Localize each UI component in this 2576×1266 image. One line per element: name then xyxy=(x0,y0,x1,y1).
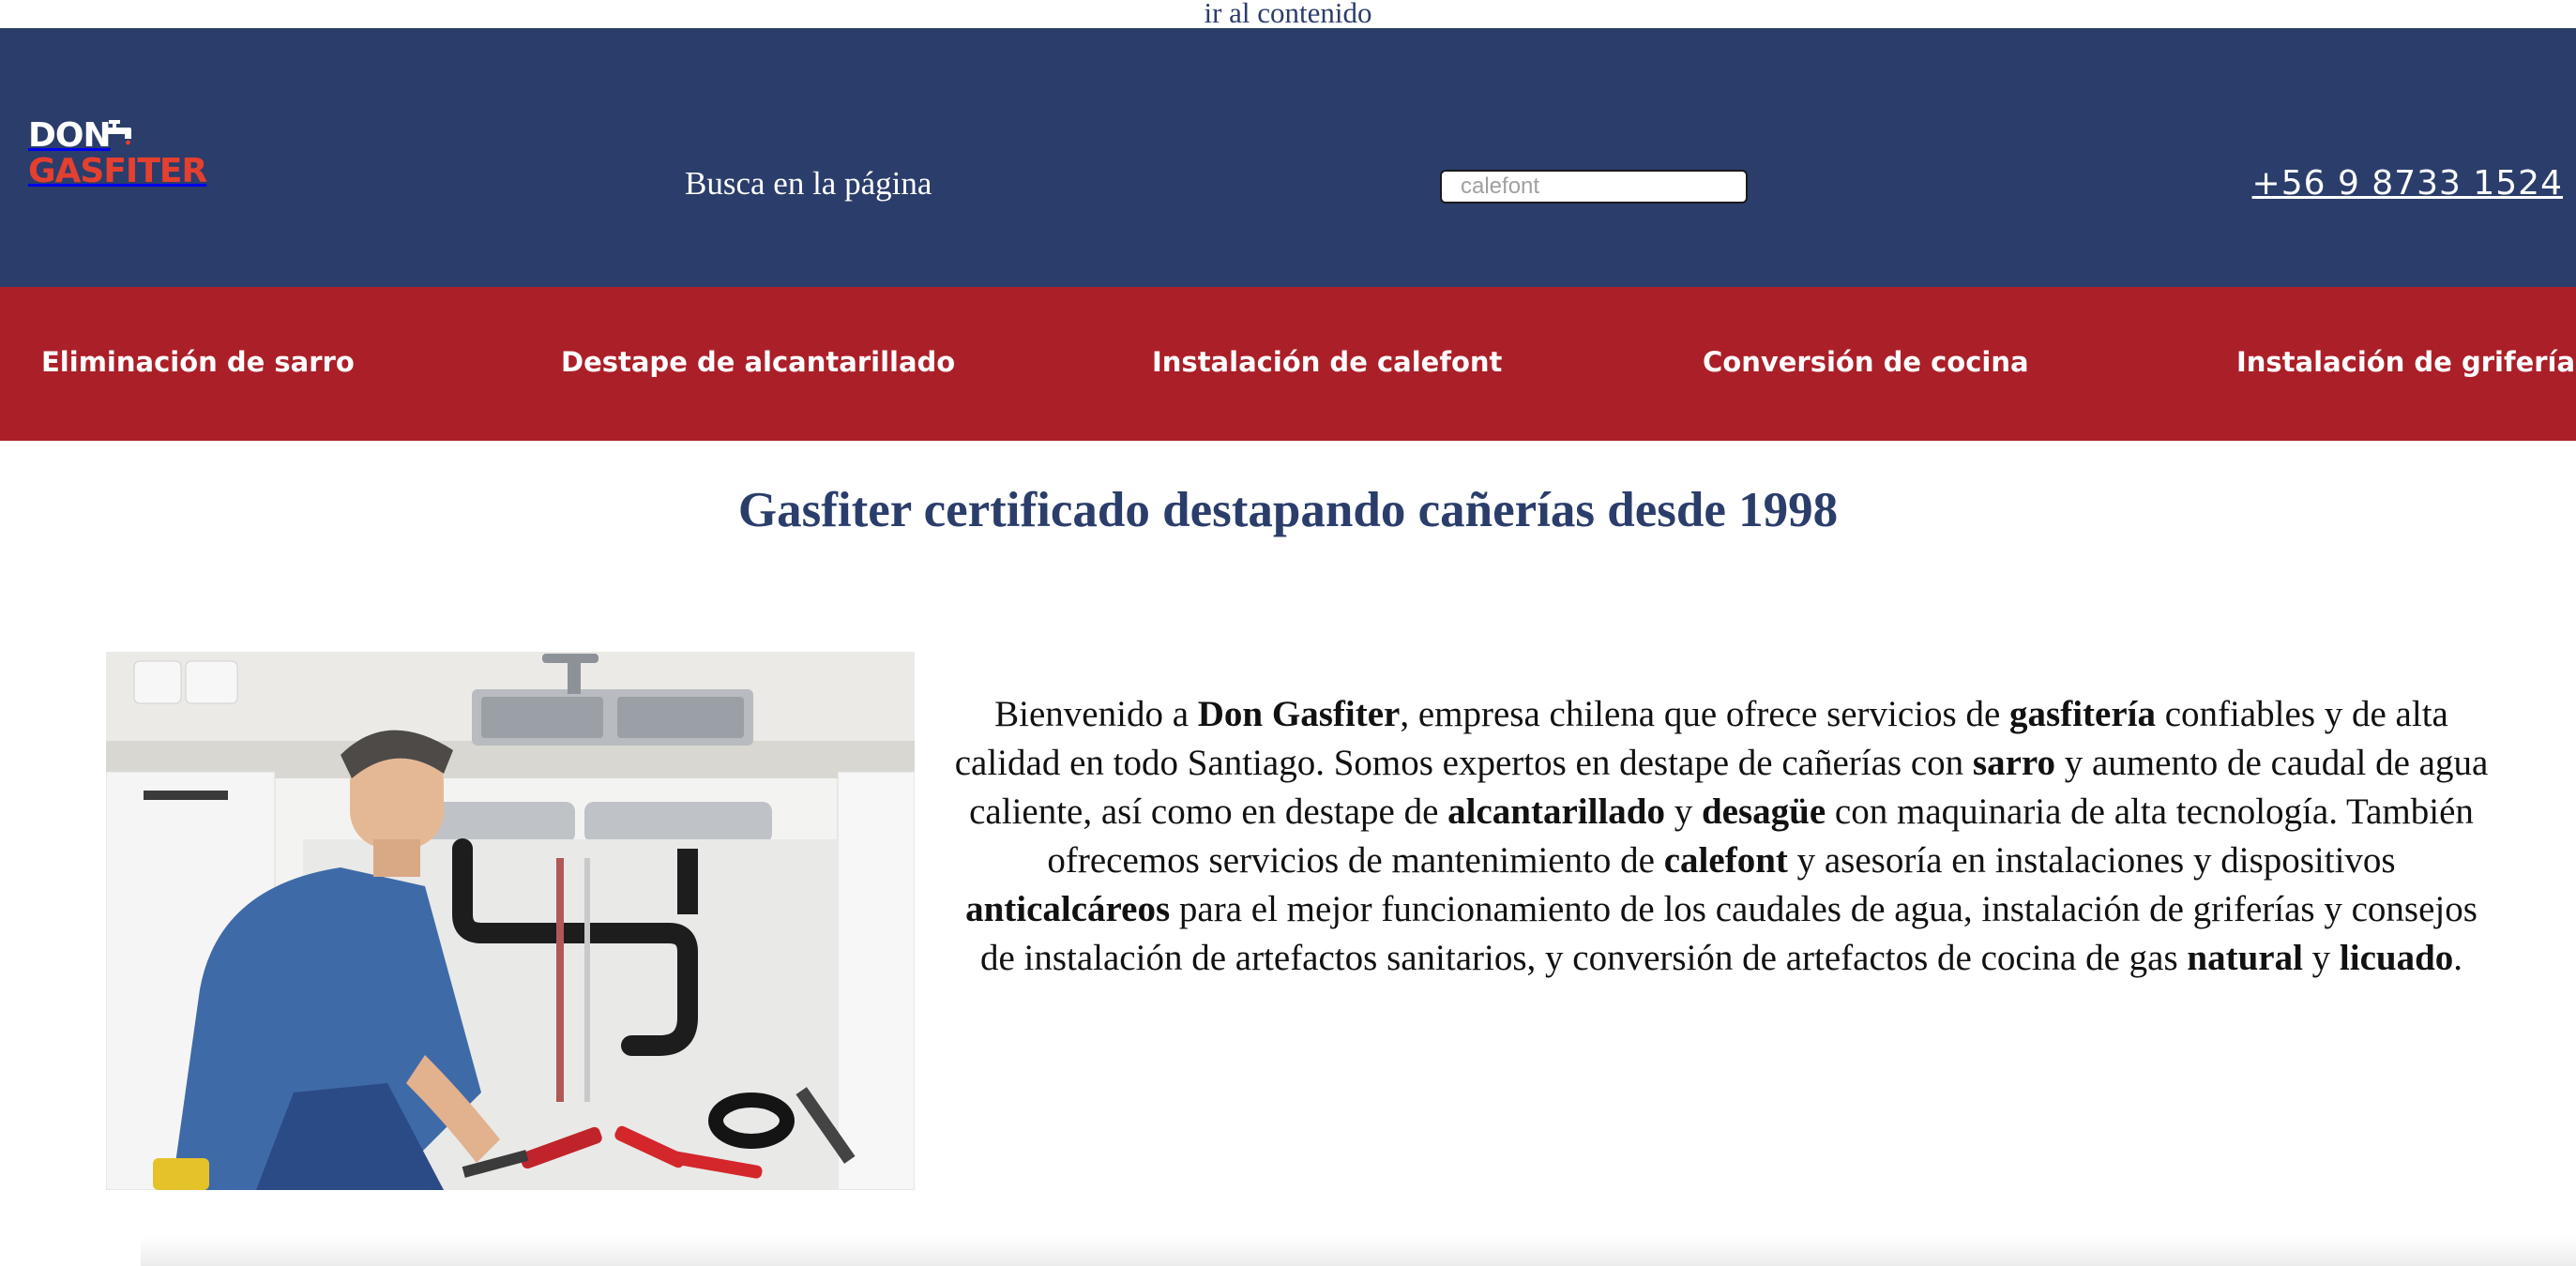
nav-item-conversion-cocina[interactable]: Conversión de cocina xyxy=(1703,346,2029,378)
nav-item-destape-alcantarillado[interactable]: Destape de alcantarillado xyxy=(561,346,955,378)
site-logo[interactable]: DON GASFITER xyxy=(28,118,207,193)
nav-item-instalacion-griferias[interactable]: Instalación de griferías xyxy=(2236,346,2576,378)
logo-line-2: GASFITER xyxy=(28,152,207,190)
skip-to-content-link[interactable]: ir al contenido xyxy=(0,0,2576,28)
plumber-under-sink-illustration xyxy=(106,652,915,1190)
intro-paragraph: Bienvenido a Don Gasfiter, empresa chile… xyxy=(954,694,2489,978)
search-label: Busca en la página xyxy=(685,165,932,202)
faucet-icon xyxy=(105,120,131,145)
brand-name: Don Gasfiter xyxy=(1197,694,1401,734)
section-divider-shadow xyxy=(141,1236,2576,1266)
page-title: Gasfiter certificado destapando cañerías… xyxy=(737,483,1839,537)
hero-plumber-image xyxy=(106,652,915,1190)
site-header: DON GASFITER Busca en la página +56 9 87… xyxy=(0,28,2576,287)
nav-item-instalacion-calefont[interactable]: Instalación de calefont xyxy=(1152,346,1502,378)
services-nav: Eliminación de sarro Destape de alcantar… xyxy=(0,287,2576,441)
search-input[interactable] xyxy=(1440,170,1748,203)
phone-number-link[interactable]: +56 9 8733 1524 xyxy=(2252,164,2563,203)
nav-item-eliminacion-sarro[interactable]: Eliminación de sarro xyxy=(41,346,355,378)
